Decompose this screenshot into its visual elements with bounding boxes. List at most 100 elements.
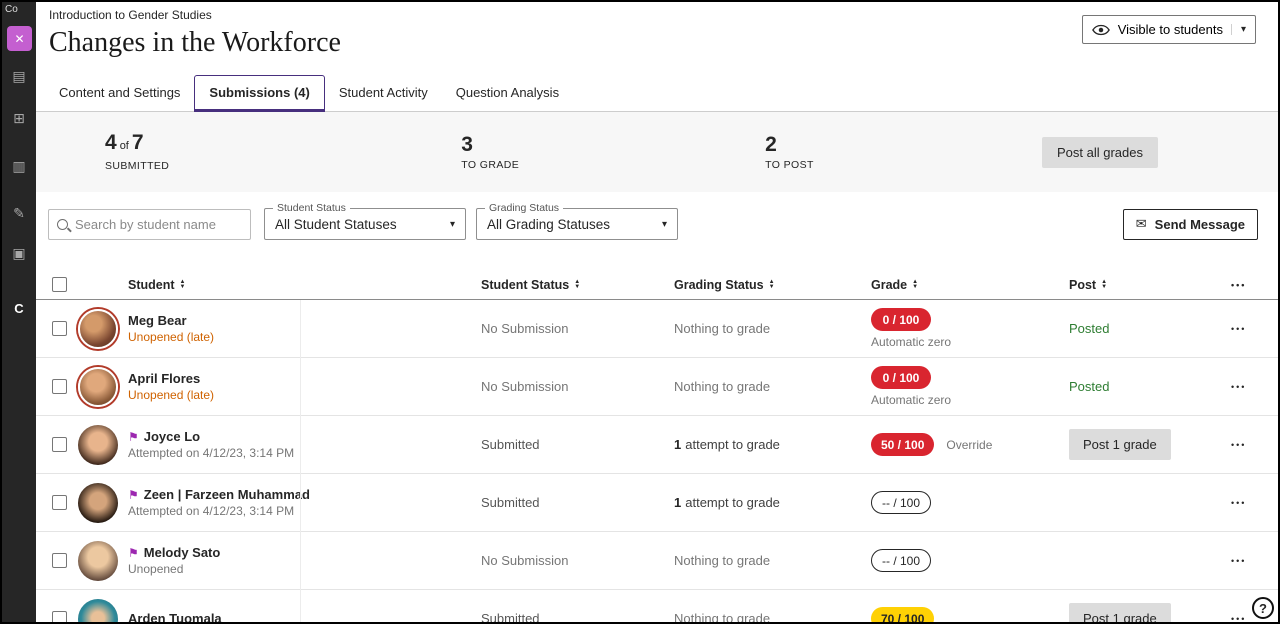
student-cell: Meg Bear Unopened (late) xyxy=(128,313,481,344)
close-panel-button[interactable]: ✕ xyxy=(7,26,32,51)
submissions-table: Student ▲▼ Student Status ▲▼ Grading Sta… xyxy=(36,270,1278,622)
student-status-select-label: Student Status xyxy=(273,202,350,214)
student-name[interactable]: ⚑ Zeen | Farzeen Muhammad xyxy=(128,487,481,502)
bookmark-icon: ⚑ xyxy=(128,488,139,502)
help-button[interactable]: ? xyxy=(1252,597,1274,619)
avatar xyxy=(78,599,118,623)
page-title: Changes in the Workforce xyxy=(49,25,1258,61)
post-all-grades-button[interactable]: Post all grades xyxy=(1042,137,1158,168)
bookmark-icon: ⚑ xyxy=(128,430,139,444)
student-name[interactable]: April Flores xyxy=(128,371,481,386)
grade-pill[interactable]: 70 / 100 xyxy=(871,607,934,622)
column-header-student-status[interactable]: Student Status ▲▼ xyxy=(481,278,674,292)
sort-icon: ▲▼ xyxy=(1101,280,1107,290)
column-header-student[interactable]: Student ▲▼ xyxy=(128,278,481,292)
eye-icon xyxy=(1092,24,1110,36)
breadcrumb[interactable]: Introduction to Gender Studies xyxy=(49,8,1258,22)
question-mark-icon: ? xyxy=(1259,601,1267,616)
post-grade-button[interactable]: Post 1 grade xyxy=(1069,603,1171,622)
app-window: Co ✕ ▤ ⊞ ▥ ✎ ▣ C Introduction to Gender … xyxy=(2,2,1278,622)
grade-pill[interactable]: 0 / 100 xyxy=(871,308,931,331)
sidebar-pencil-icon[interactable]: ✎ xyxy=(2,205,36,222)
student-name[interactable]: ⚑ Melody Sato xyxy=(128,545,481,560)
student-name[interactable]: Meg Bear xyxy=(128,313,481,328)
sort-icon: ▲▼ xyxy=(180,280,186,290)
post-status: Posted xyxy=(1069,379,1231,394)
table-row: Meg Bear Unopened (late) No Submission N… xyxy=(36,300,1278,358)
grading-status: 1attempt to grade xyxy=(674,495,871,510)
grade-pill[interactable]: -- / 100 xyxy=(871,491,931,514)
table-row: ⚑ Joyce Lo Attempted on 4/12/23, 3:14 PM… xyxy=(36,416,1278,474)
grade-note: Override xyxy=(946,438,992,452)
bookmark-icon: ⚑ xyxy=(128,546,139,560)
grade-cell: 50 / 100 Override xyxy=(871,433,1069,456)
sidebar-letter: C xyxy=(2,301,36,316)
avatar xyxy=(78,483,118,523)
post-grade-button[interactable]: Post 1 grade xyxy=(1069,429,1171,460)
row-checkbox[interactable] xyxy=(52,553,67,568)
row-checkbox[interactable] xyxy=(52,321,67,336)
row-options-icon[interactable]: ••• xyxy=(1231,376,1278,398)
row-options-icon[interactable]: ••• xyxy=(1231,550,1278,572)
main-panel: Introduction to Gender Studies Changes i… xyxy=(36,2,1278,622)
row-options-icon[interactable]: ••• xyxy=(1231,434,1278,456)
tab-bar: Content and Settings Submissions (4) Stu… xyxy=(36,75,1278,112)
row-options-icon[interactable]: ••• xyxy=(1231,492,1278,514)
close-icon: ✕ xyxy=(14,32,24,46)
student-search xyxy=(48,209,251,240)
student-cell: ⚑ Melody Sato Unopened xyxy=(128,545,481,576)
sidebar-grid-icon[interactable]: ⊞ xyxy=(2,110,36,127)
student-status: Submitted xyxy=(481,437,674,452)
grade-pill[interactable]: 0 / 100 xyxy=(871,366,931,389)
row-checkbox[interactable] xyxy=(52,495,67,510)
row-checkbox[interactable] xyxy=(52,611,67,622)
grade-pill[interactable]: -- / 100 xyxy=(871,549,931,572)
select-all-checkbox[interactable] xyxy=(52,277,67,292)
student-status-select[interactable]: Student Status All Student Statuses ▾ xyxy=(264,208,466,240)
grading-status-select[interactable]: Grading Status All Grading Statuses ▾ xyxy=(476,208,678,240)
envelope-icon: ✉ xyxy=(1136,216,1147,232)
table-row: Arden Tuomala Submitted Nothing to grade… xyxy=(36,590,1278,622)
student-subtitle: Attempted on 4/12/23, 3:14 PM xyxy=(128,504,481,518)
tab-question-analysis[interactable]: Question Analysis xyxy=(442,76,573,112)
student-name[interactable]: ⚑ Joyce Lo xyxy=(128,429,481,444)
tab-submissions[interactable]: Submissions (4) xyxy=(194,75,324,112)
column-header-grading-status[interactable]: Grading Status ▲▼ xyxy=(674,278,871,292)
tab-student-activity[interactable]: Student Activity xyxy=(325,76,442,112)
stat-to-post: 2 TO POST xyxy=(765,134,814,171)
search-icon xyxy=(57,219,68,230)
visibility-dropdown[interactable]: Visible to students ▾ xyxy=(1082,15,1256,44)
column-header-post[interactable]: Post ▲▼ xyxy=(1069,278,1231,292)
row-options-icon[interactable]: ••• xyxy=(1231,318,1278,340)
grading-status: Nothing to grade xyxy=(674,321,871,336)
stat-to-post-label: TO POST xyxy=(765,159,814,171)
row-checkbox[interactable] xyxy=(52,379,67,394)
sidebar-top-text: Co xyxy=(5,4,18,15)
student-status: No Submission xyxy=(481,379,674,394)
send-message-label: Send Message xyxy=(1155,217,1245,232)
sidebar-document-icon[interactable]: ▤ xyxy=(2,68,36,85)
tab-content-and-settings[interactable]: Content and Settings xyxy=(45,76,194,112)
student-cell: April Flores Unopened (late) xyxy=(128,371,481,402)
student-name[interactable]: Arden Tuomala xyxy=(128,611,481,622)
stat-submitted: 4of7 SUBMITTED xyxy=(105,132,169,172)
collapsed-sidebar: Co ✕ ▤ ⊞ ▥ ✎ ▣ C xyxy=(2,2,36,622)
row-checkbox[interactable] xyxy=(52,437,67,452)
sidebar-card-icon[interactable]: ▣ xyxy=(2,245,36,262)
student-subtitle: Attempted on 4/12/23, 3:14 PM xyxy=(128,446,481,460)
student-status: No Submission xyxy=(481,321,674,336)
sidebar-clipboard-icon[interactable]: ▥ xyxy=(2,158,36,175)
grade-cell: 70 / 100 xyxy=(871,607,1069,622)
table-options-icon[interactable]: ••• xyxy=(1231,274,1278,296)
column-header-grade[interactable]: Grade ▲▼ xyxy=(871,278,1069,292)
grading-status: Nothing to grade xyxy=(674,611,871,622)
grade-cell: -- / 100 xyxy=(871,549,1069,572)
table-row: ⚑ Melody Sato Unopened No Submission Not… xyxy=(36,532,1278,590)
search-input[interactable] xyxy=(75,217,251,232)
student-status: Submitted xyxy=(481,611,674,622)
student-cell: ⚑ Joyce Lo Attempted on 4/12/23, 3:14 PM xyxy=(128,429,481,460)
post-status: Posted xyxy=(1069,321,1231,336)
send-message-button[interactable]: ✉ Send Message xyxy=(1123,209,1258,240)
student-cell: Arden Tuomala xyxy=(128,611,481,622)
grade-pill[interactable]: 50 / 100 xyxy=(871,433,934,456)
